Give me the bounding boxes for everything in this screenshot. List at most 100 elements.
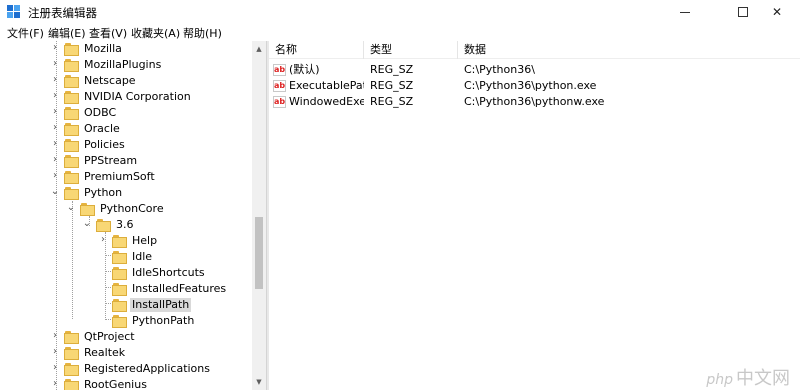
tree-item-label: NVIDIA Corporation bbox=[84, 89, 191, 103]
chevron-right-icon[interactable]: › bbox=[50, 59, 60, 69]
chevron-right-icon[interactable]: › bbox=[50, 171, 60, 181]
minimize-icon bbox=[680, 11, 690, 13]
folder-icon bbox=[64, 58, 79, 72]
scroll-down-arrow-icon[interactable]: ▼ bbox=[252, 376, 266, 388]
window-title: 注册表编辑器 bbox=[28, 6, 97, 20]
tree-item-odbc[interactable]: › ODBC bbox=[50, 105, 118, 120]
tree-item-label: IdleShortcuts bbox=[132, 265, 205, 279]
chevron-right-icon[interactable]: › bbox=[50, 331, 60, 341]
chevron-down-icon[interactable]: ⌄ bbox=[82, 219, 92, 229]
tree-item-label: PythonPath bbox=[132, 313, 195, 327]
registry-tree[interactable]: › Mozilla › MozillaPlugins › Netscape › … bbox=[0, 41, 266, 390]
tree-item-label: Realtek bbox=[84, 345, 126, 359]
value-row[interactable]: ab ExecutablePath REG_SZ C:\Python36\pyt… bbox=[269, 78, 800, 94]
tree-item-idle[interactable]: Idle bbox=[112, 249, 154, 264]
tree-item-netscape[interactable]: › Netscape bbox=[50, 73, 138, 88]
column-header-data[interactable]: 数据 bbox=[458, 41, 800, 59]
tree-item-policies[interactable]: › Policies bbox=[50, 137, 127, 152]
folder-icon bbox=[112, 282, 127, 296]
tree-item-label: ODBC bbox=[84, 105, 117, 119]
value-name: ExecutablePath bbox=[289, 79, 364, 92]
chevron-down-icon[interactable]: ⌄ bbox=[50, 187, 60, 197]
tree-item-idleshortcuts[interactable]: IdleShortcuts bbox=[112, 265, 207, 280]
value-name: WindowedExe... bbox=[289, 95, 364, 108]
folder-icon bbox=[64, 106, 79, 120]
tree-item-ppstream[interactable]: › PPStream bbox=[50, 153, 139, 168]
tree-scrollbar[interactable]: ▲ ▼ bbox=[252, 41, 266, 390]
tree-item-qtproject[interactable]: › QtProject bbox=[50, 329, 137, 344]
tree-item-oracle[interactable]: › Oracle bbox=[50, 121, 122, 136]
chevron-right-icon[interactable]: › bbox=[50, 379, 60, 389]
chevron-right-icon[interactable]: › bbox=[50, 155, 60, 165]
menu-file[interactable]: 文件(F) bbox=[7, 25, 44, 41]
tree-guide-line bbox=[105, 271, 111, 272]
chevron-right-icon[interactable]: › bbox=[50, 43, 60, 53]
tree-item-version-3-6[interactable]: ⌄ 3.6 bbox=[82, 217, 136, 232]
menu-view[interactable]: 查看(V) bbox=[89, 25, 127, 41]
chevron-down-icon[interactable]: ⌄ bbox=[66, 203, 76, 213]
chevron-right-icon[interactable]: › bbox=[50, 107, 60, 117]
value-type: REG_SZ bbox=[370, 95, 414, 108]
values-list[interactable]: 名称 类型 数据 ab (默认) REG_SZ C:\Python36\ ab … bbox=[269, 41, 800, 390]
folder-icon bbox=[80, 202, 95, 216]
menu-help[interactable]: 帮助(H) bbox=[183, 25, 222, 41]
tree-item-help[interactable]: › Help bbox=[98, 233, 159, 248]
value-row[interactable]: ab WindowedExe... REG_SZ C:\Python36\pyt… bbox=[269, 94, 800, 110]
chevron-right-icon[interactable]: › bbox=[50, 75, 60, 85]
tree-guide-line bbox=[105, 319, 111, 320]
tree-item-realtek[interactable]: › Realtek bbox=[50, 345, 127, 360]
tree-item-nvidia[interactable]: › NVIDIA Corporation bbox=[50, 89, 193, 104]
value-type: REG_SZ bbox=[370, 63, 414, 76]
tree-item-mozillaplugins[interactable]: › MozillaPlugins bbox=[50, 57, 163, 72]
folder-icon bbox=[64, 122, 79, 136]
folder-icon bbox=[112, 266, 127, 280]
chevron-right-icon[interactable]: › bbox=[50, 91, 60, 101]
folder-icon bbox=[64, 378, 79, 390]
string-value-icon: ab bbox=[273, 64, 286, 76]
menu-bar: 文件(F) 编辑(E) 查看(V) 收藏夹(A) 帮助(H) bbox=[0, 24, 800, 41]
folder-icon bbox=[112, 234, 127, 248]
tree-item-python[interactable]: ⌄ Python bbox=[50, 185, 124, 200]
minimize-button[interactable] bbox=[662, 0, 708, 24]
tree-item-label: PythonCore bbox=[100, 201, 164, 215]
tree-item-registeredapplications[interactable]: › RegisteredApplications bbox=[50, 361, 212, 376]
tree-item-label: Mozilla bbox=[84, 41, 122, 55]
column-header-type[interactable]: 类型 bbox=[364, 41, 458, 59]
tree-guide-line bbox=[105, 287, 111, 288]
tree-item-installpath[interactable]: InstallPath bbox=[112, 297, 192, 312]
menu-edit[interactable]: 编辑(E) bbox=[48, 25, 86, 41]
tree-item-label: QtProject bbox=[84, 329, 135, 343]
column-header-name[interactable]: 名称 bbox=[269, 41, 364, 59]
scroll-up-arrow-icon[interactable]: ▲ bbox=[252, 43, 266, 55]
tree-item-installedfeatures[interactable]: InstalledFeatures bbox=[112, 281, 228, 296]
tree-item-label: RootGenius bbox=[84, 377, 147, 390]
chevron-right-icon[interactable]: › bbox=[50, 123, 60, 133]
tree-item-label: PPStream bbox=[84, 153, 138, 167]
string-value-icon: ab bbox=[273, 96, 286, 108]
column-header-row: 名称 类型 数据 bbox=[269, 41, 800, 59]
chevron-right-icon[interactable]: › bbox=[98, 235, 108, 245]
tree-item-label: Netscape bbox=[84, 73, 136, 87]
regedit-app-icon bbox=[7, 5, 21, 19]
maximize-icon bbox=[738, 7, 748, 17]
value-name: (默认) bbox=[289, 63, 320, 76]
tree-item-label: Oracle bbox=[84, 121, 120, 135]
folder-icon bbox=[112, 298, 127, 312]
chevron-right-icon[interactable]: › bbox=[50, 363, 60, 373]
tree-item-label: Help bbox=[132, 233, 158, 247]
folder-icon bbox=[64, 154, 79, 168]
value-data: C:\Python36\python.exe bbox=[464, 79, 597, 92]
tree-item-pythoncore[interactable]: ⌄ PythonCore bbox=[66, 201, 166, 216]
chevron-right-icon[interactable]: › bbox=[50, 139, 60, 149]
tree-item-mozilla[interactable]: › Mozilla bbox=[50, 41, 124, 56]
tree-item-rootgenius[interactable]: › RootGenius bbox=[50, 377, 149, 390]
close-icon: ✕ bbox=[771, 5, 783, 19]
tree-item-pythonpath[interactable]: PythonPath bbox=[112, 313, 196, 328]
value-row[interactable]: ab (默认) REG_SZ C:\Python36\ bbox=[269, 62, 800, 78]
chevron-right-icon[interactable]: › bbox=[50, 347, 60, 357]
close-button[interactable]: ✕ bbox=[754, 0, 800, 24]
scroll-thumb[interactable] bbox=[255, 217, 263, 289]
folder-icon bbox=[64, 330, 79, 344]
tree-item-premiumsoft[interactable]: › PremiumSoft bbox=[50, 169, 157, 184]
menu-favorites[interactable]: 收藏夹(A) bbox=[131, 25, 180, 41]
